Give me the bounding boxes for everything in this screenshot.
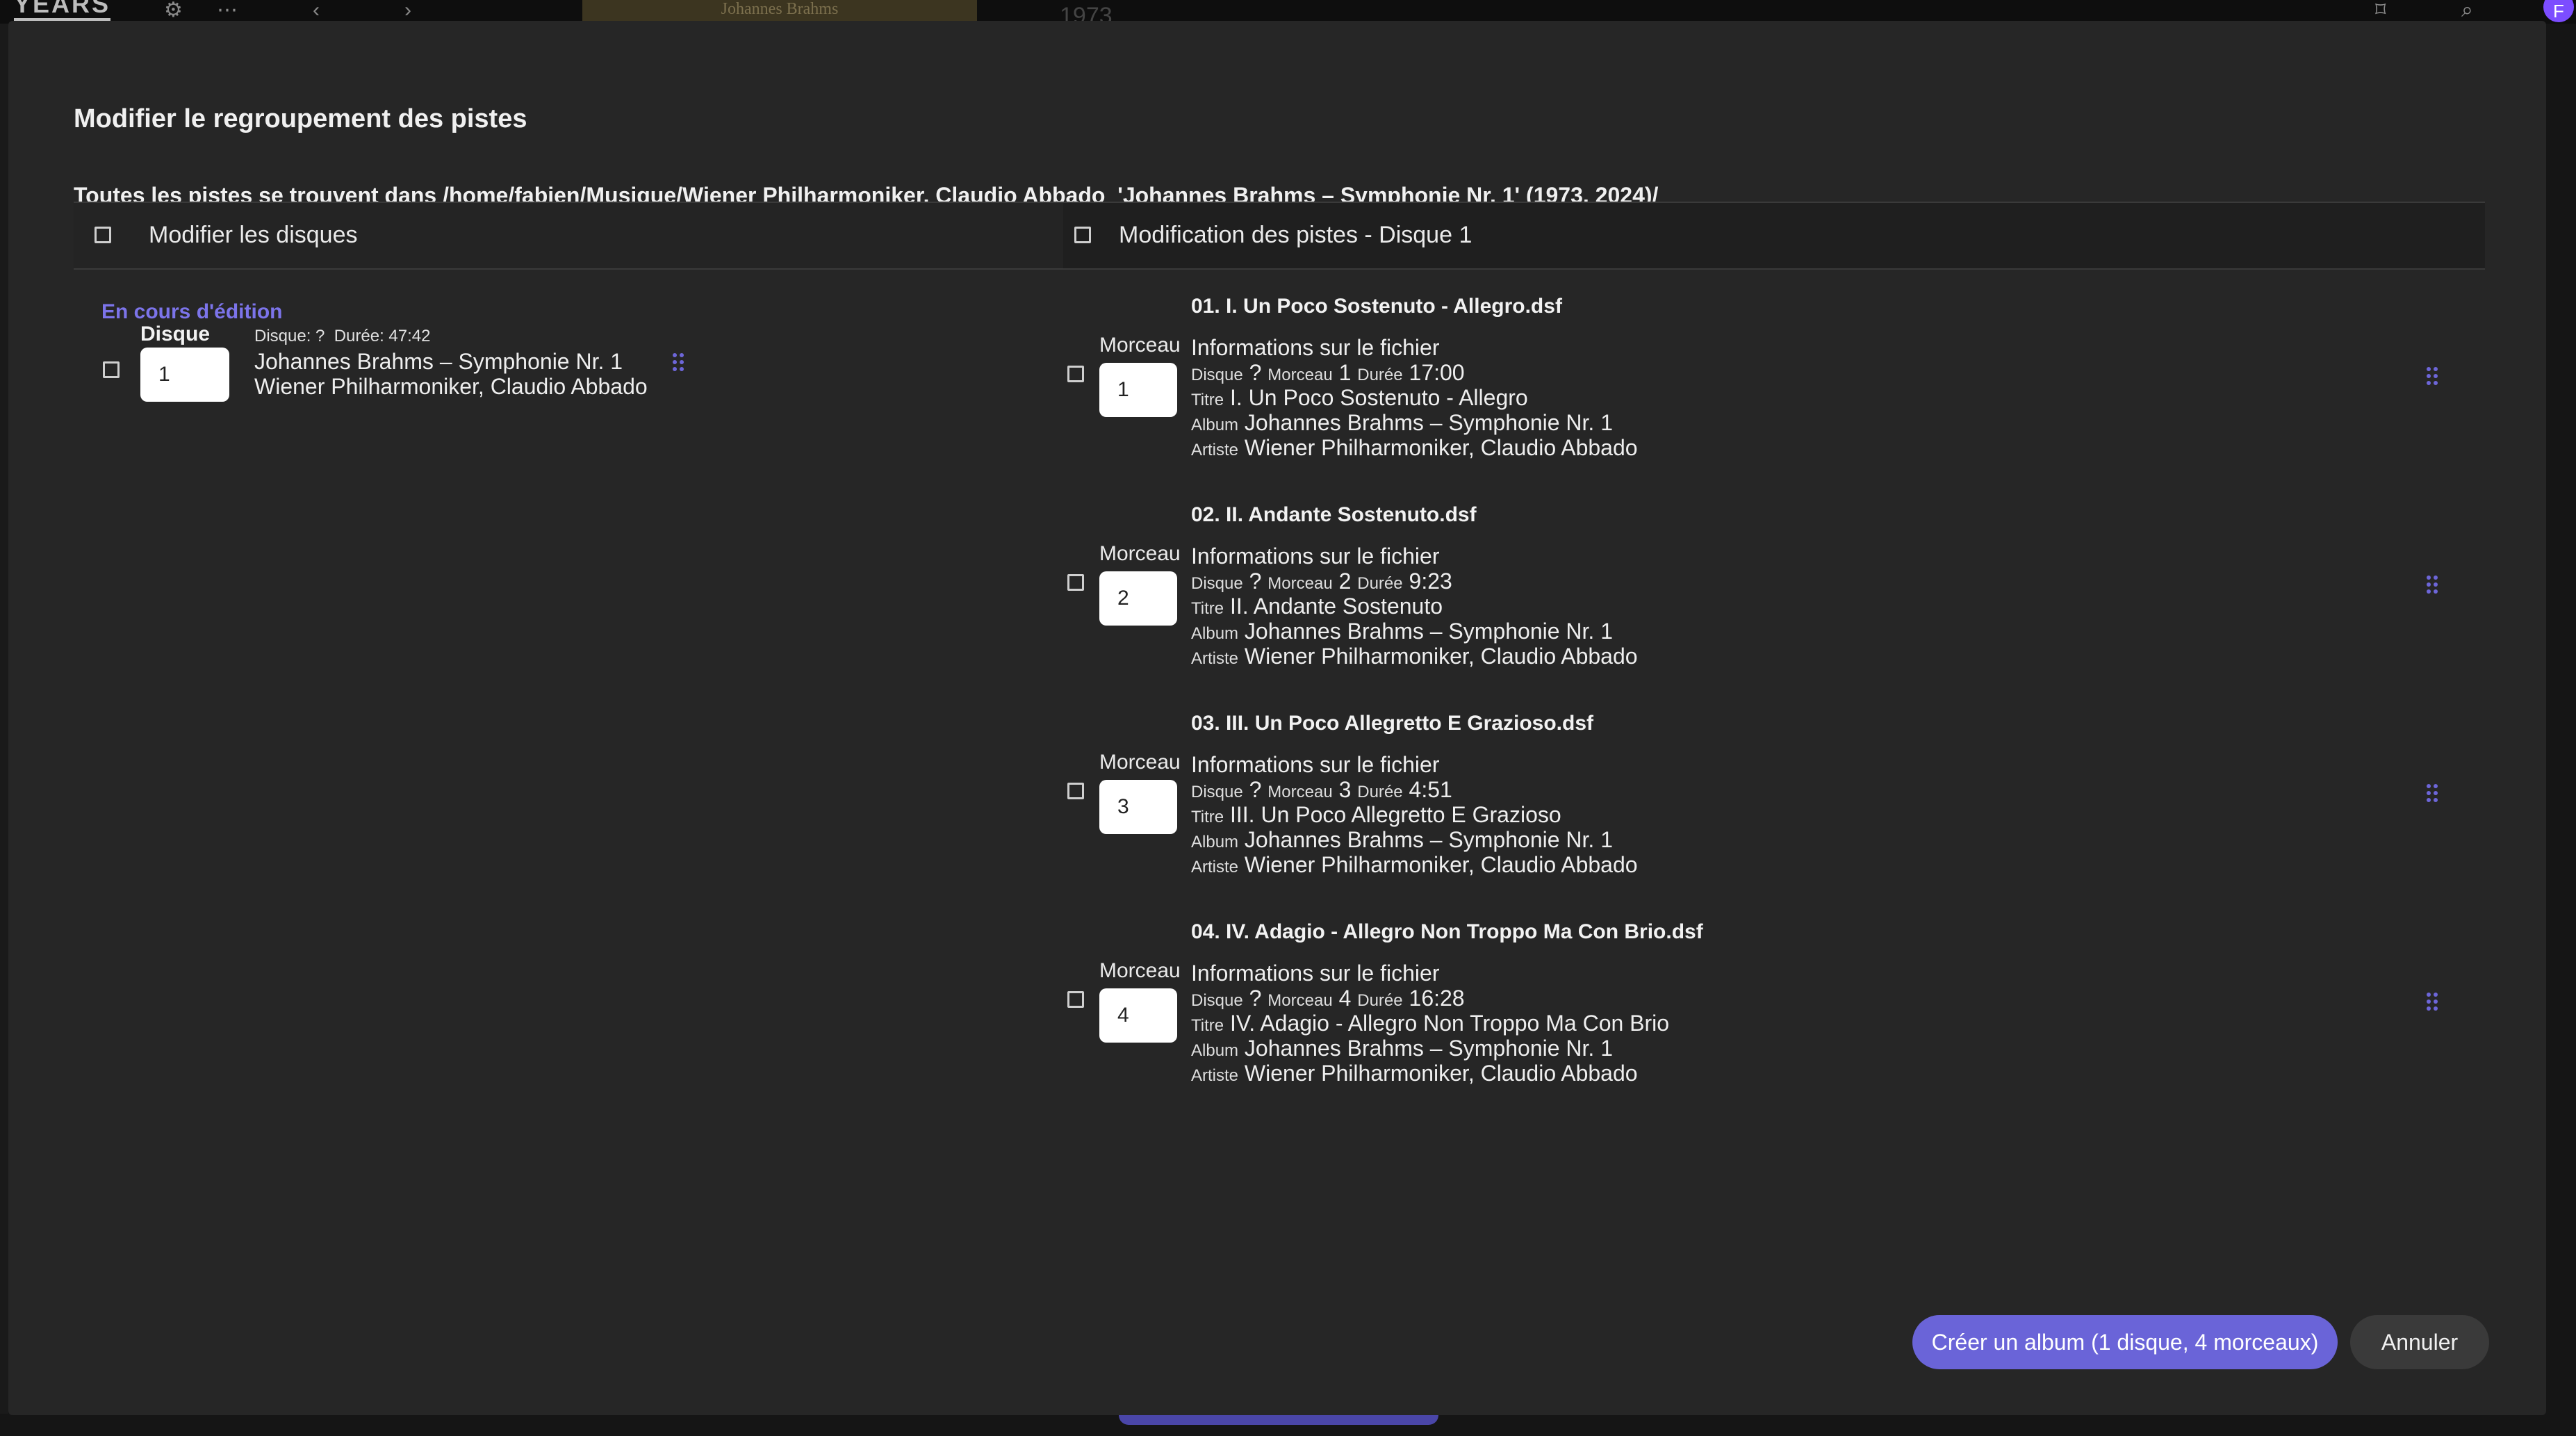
file-info-label: Informations sur le fichier: [1191, 544, 1440, 569]
track-title-row: Titre IV. Adagio - Allegro Non Troppo Ma…: [1191, 1011, 1670, 1036]
track-album-row: Album Johannes Brahms – Symphonie Nr. 1: [1191, 410, 1613, 435]
disc-album: Johannes Brahms – Symphonie Nr. 1: [254, 349, 623, 374]
disc-artist: Wiener Philharmoniker, Claudio Abbado: [254, 374, 648, 399]
track-number-input[interactable]: 2: [1099, 571, 1177, 626]
disc-drag-handle-icon[interactable]: [673, 353, 687, 374]
bookmark-icon[interactable]: ⌑: [2375, 0, 2386, 21]
track-album-row: Album Johannes Brahms – Symphonie Nr. 1: [1191, 827, 1613, 852]
back-arrow-icon[interactable]: ‹: [313, 0, 320, 21]
create-album-button[interactable]: Créer un album (1 disque, 4 morceaux): [1912, 1315, 2338, 1369]
track-number-input[interactable]: 3: [1099, 780, 1177, 834]
track-meta-row: Disque ? Morceau 4 Durée 16:28: [1191, 986, 1465, 1011]
track-file-name: 02. II. Andante Sostenuto.dsf: [1191, 503, 1477, 526]
track-checkbox[interactable]: [1067, 366, 1084, 382]
track-meta-row: Disque ? Morceau 3 Durée 4:51: [1191, 777, 1452, 802]
background-player-bar: [1119, 1415, 1438, 1425]
track-artist-row: Artiste Wiener Philharmoniker, Claudio A…: [1191, 1061, 1638, 1086]
disc-meta: Disque: ? Durée: 47:42: [254, 327, 431, 345]
forward-arrow-icon[interactable]: ›: [404, 0, 411, 21]
track-file-name: 03. III. Un Poco Allegretto E Grazioso.d…: [1191, 712, 1593, 735]
track-number-label: Morceau: [1099, 959, 1181, 982]
track-number-label: Morceau: [1099, 751, 1181, 774]
track-album-row: Album Johannes Brahms – Symphonie Nr. 1: [1191, 619, 1613, 644]
editing-status-label: En cours d'édition: [101, 300, 283, 323]
track-artist-row: Artiste Wiener Philharmoniker, Claudio A…: [1191, 644, 1638, 669]
track-number-label: Morceau: [1099, 334, 1181, 357]
more-icon[interactable]: ⋯: [217, 0, 238, 21]
settings-icon[interactable]: ⚙: [164, 0, 183, 21]
track-checkbox[interactable]: [1067, 991, 1084, 1008]
dialog-title: Modifier le regroupement des pistes: [74, 104, 527, 133]
select-all-discs-checkbox[interactable]: [95, 227, 111, 243]
file-info-label: Informations sur le fichier: [1191, 752, 1440, 777]
track-meta-row: Disque ? Morceau 2 Durée 9:23: [1191, 569, 1452, 594]
user-avatar[interactable]: F: [2543, 0, 2574, 22]
tracks-header-label: Modification des pistes - Disque 1: [1119, 222, 1472, 248]
track-artist-row: Artiste Wiener Philharmoniker, Claudio A…: [1191, 435, 1638, 460]
track-title-row: Titre I. Un Poco Sostenuto - Allegro: [1191, 385, 1528, 410]
track-file-name: 01. I. Un Poco Sostenuto - Allegro.dsf: [1191, 295, 1562, 318]
track-checkbox[interactable]: [1067, 783, 1084, 799]
app-top-bar: YEARS ⚙ ⋯ ‹ › Johannes Brahms 1973 ⌑ ⌕ F: [0, 0, 2576, 28]
track-meta-row: Disque ? Morceau 1 Durée 17:00: [1191, 360, 1465, 385]
track-drag-handle-icon[interactable]: [2427, 576, 2440, 596]
track-file-name: 04. IV. Adagio - Allegro Non Troppo Ma C…: [1191, 920, 1703, 943]
track-artist-row: Artiste Wiener Philharmoniker, Claudio A…: [1191, 852, 1638, 877]
app-logo: YEARS: [14, 0, 111, 21]
track-title-row: Titre II. Andante Sostenuto: [1191, 594, 1443, 619]
track-drag-handle-icon[interactable]: [2427, 784, 2440, 805]
regroup-tracks-dialog: Modifier le regroupement des pistes Tout…: [8, 21, 2546, 1415]
discs-header-label: Modifier les disques: [149, 222, 358, 248]
track-title-row: Titre III. Un Poco Allegretto E Grazioso: [1191, 802, 1561, 827]
track-checkbox[interactable]: [1067, 574, 1084, 591]
track-drag-handle-icon[interactable]: [2427, 993, 2440, 1013]
album-cover-thumbnail: Johannes Brahms: [582, 0, 977, 22]
track-drag-handle-icon[interactable]: [2427, 367, 2440, 388]
file-info-label: Informations sur le fichier: [1191, 335, 1440, 360]
search-icon[interactable]: ⌕: [2461, 0, 2473, 21]
disc-number-label: Disque: [140, 323, 211, 345]
disc-number-input[interactable]: 1: [140, 348, 229, 402]
cancel-button[interactable]: Annuler: [2350, 1315, 2489, 1369]
section-header: Modifier les disques Modification des pi…: [74, 202, 2485, 270]
track-number-input[interactable]: 1: [1099, 363, 1177, 417]
disc-checkbox[interactable]: [103, 361, 120, 378]
track-number-label: Morceau: [1099, 542, 1181, 565]
track-album-row: Album Johannes Brahms – Symphonie Nr. 1: [1191, 1036, 1613, 1061]
file-info-label: Informations sur le fichier: [1191, 961, 1440, 986]
track-number-input[interactable]: 4: [1099, 988, 1177, 1043]
background-sidebar: [0, 24, 8, 1414]
select-all-tracks-checkbox[interactable]: [1074, 227, 1091, 243]
